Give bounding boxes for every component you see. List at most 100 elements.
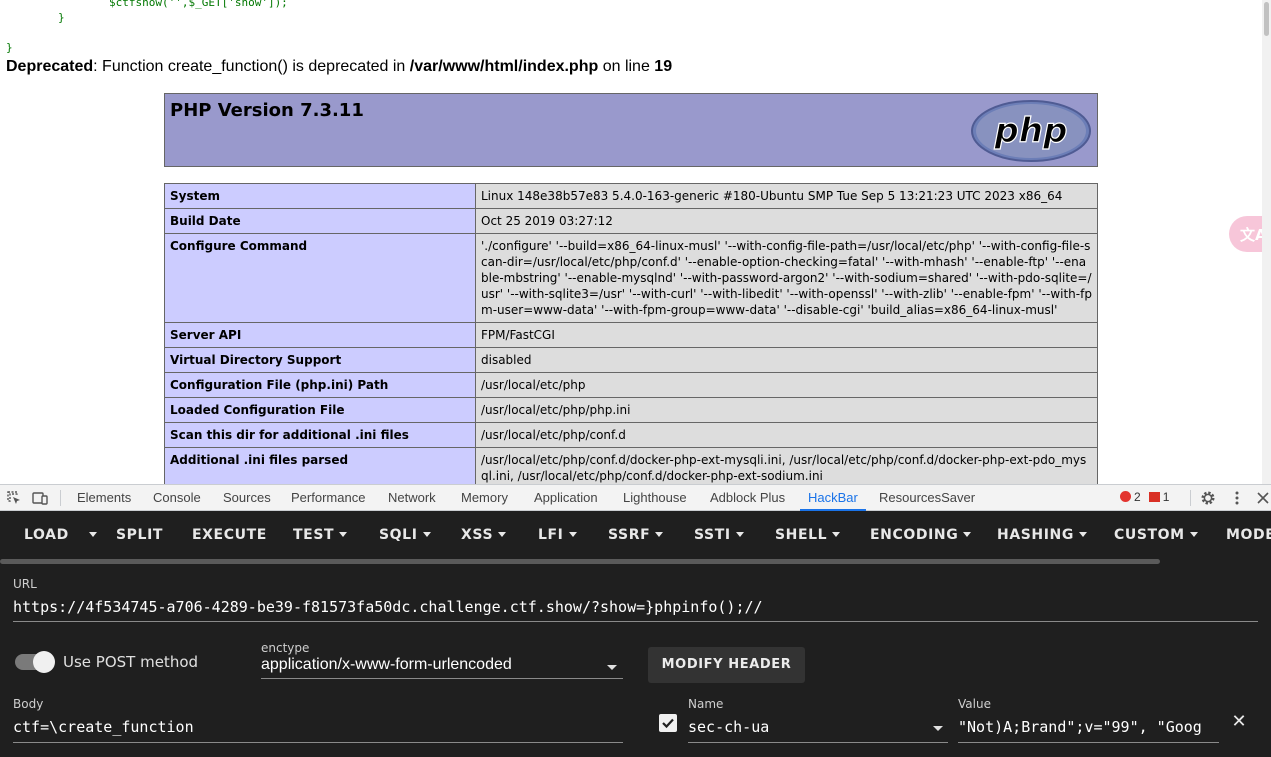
phpinfo-key: Loaded Configuration File: [164, 397, 476, 423]
chevron-down-icon: [568, 532, 577, 537]
close-devtools-icon[interactable]: [1255, 490, 1271, 506]
enctype-label: enctype: [261, 641, 310, 655]
chevron-down-icon: [655, 532, 664, 537]
tab-console[interactable]: Console: [153, 485, 201, 511]
phpinfo-key: System: [164, 183, 476, 209]
chevron-down-icon: [422, 532, 431, 537]
phpinfo-row: Loaded Configuration File/usr/local/etc/…: [164, 397, 1098, 423]
chevron-down-icon: [339, 532, 348, 537]
xss-menu-label: XSS: [461, 527, 494, 543]
phpinfo-row: System Linux 148e38b57e83 5.4.0-163-gener…: [164, 183, 1098, 209]
phpinfo-value: './configure' '--build=x86_64-linux-musl…: [475, 233, 1098, 323]
xss-menu[interactable]: XSS: [461, 511, 507, 559]
error-icon: [1120, 491, 1131, 502]
source-code-line: }: [58, 11, 65, 24]
deprecated-line-number: 19: [654, 58, 673, 75]
shell-menu[interactable]: SHELL: [775, 511, 841, 559]
inspect-element-icon[interactable]: [6, 490, 22, 506]
phpinfo-key: Server API: [164, 322, 476, 348]
sqli-menu-label: SQLI: [379, 527, 418, 543]
phpinfo-value: /usr/local/etc/php/conf.d: [475, 422, 1098, 448]
phpinfo-row: Server API FPM/FastCGI: [164, 322, 1098, 348]
encoding-menu-label: ENCODING: [870, 527, 959, 543]
remove-header-close-icon[interactable]: ✕: [1231, 713, 1247, 731]
body-input[interactable]: ctf=\create_function: [13, 718, 623, 736]
phpinfo-value: /usr/local/etc/php: [475, 372, 1098, 398]
phpinfo-value: Oct 25 2019 03:27:12: [475, 208, 1098, 234]
encoding-menu[interactable]: ENCODING: [870, 511, 972, 559]
issue-count: 1: [1162, 490, 1170, 504]
tab-memory[interactable]: Memory: [461, 485, 508, 511]
phpinfo-value: disabled: [475, 347, 1098, 373]
header-enabled-checkbox[interactable]: [659, 714, 677, 732]
source-code-line: $ctfshow('',$_GET['show']);: [109, 0, 288, 9]
url-input[interactable]: https://4f534745-a706-4289-be39-f81573fa…: [13, 598, 1258, 616]
more-options-icon[interactable]: [1229, 490, 1245, 506]
test-menu[interactable]: TEST: [293, 511, 348, 559]
tab-sources[interactable]: Sources: [223, 485, 271, 511]
header-value-input[interactable]: "Not)A;Brand";v="99", "Goog: [958, 718, 1219, 736]
use-post-label: Use POST method: [63, 653, 199, 671]
page-scrollbar[interactable]: [1262, 0, 1271, 484]
tab-elements[interactable]: Elements: [77, 485, 131, 511]
ssti-menu-label: SSTI: [694, 527, 731, 543]
split-button[interactable]: SPLIT: [116, 511, 163, 559]
chevron-down-icon: [89, 532, 97, 537]
custom-menu-label: CUSTOM: [1114, 527, 1185, 543]
tab-lighthouse[interactable]: Lighthouse: [623, 485, 687, 511]
load-options-dropdown[interactable]: [84, 511, 97, 559]
phpinfo-row: Configuration File (php.ini) Path/usr/lo…: [164, 372, 1098, 398]
enctype-select[interactable]: application/x-www-form-urlencoded: [261, 656, 623, 678]
menu-horizontal-scrollbar[interactable]: [0, 559, 1160, 564]
chevron-down-icon: [1189, 532, 1198, 537]
phpinfo-value: FPM/FastCGI: [475, 322, 1098, 348]
lfi-menu-label: LFI: [538, 527, 564, 543]
shell-menu-label: SHELL: [775, 527, 828, 543]
modify-header-button[interactable]: MODIFY HEADER: [648, 647, 805, 683]
phpinfo-row: Scan this dir for additional .ini files /…: [164, 422, 1098, 448]
phpinfo-header: PHP Version 7.3.11 php: [164, 93, 1098, 167]
execute-button[interactable]: EXECUTE: [192, 511, 267, 559]
lfi-menu[interactable]: LFI: [538, 511, 577, 559]
issues-counter[interactable]: 21: [1120, 485, 1169, 511]
sqli-menu[interactable]: SQLI: [379, 511, 431, 559]
toggle-knob: [33, 651, 55, 673]
ssrf-menu[interactable]: SSRF: [608, 511, 664, 559]
url-label: URL: [13, 577, 37, 591]
tab-network[interactable]: Network: [388, 485, 436, 511]
deprecated-message: : Function create_function() is deprecat…: [93, 58, 410, 75]
custom-menu[interactable]: CUSTOM: [1114, 511, 1198, 559]
php-logo[interactable]: php: [970, 99, 1092, 163]
header-name-input[interactable]: sec-ch-ua: [688, 718, 928, 736]
use-post-toggle[interactable]: [15, 651, 55, 673]
device-toolbar-icon[interactable]: [32, 490, 48, 506]
tab-hackbar[interactable]: HackBar: [800, 485, 866, 511]
chevron-down-icon: [963, 532, 972, 537]
chevron-down-icon: [1078, 532, 1087, 537]
chevron-down-icon[interactable]: [933, 726, 943, 731]
error-count: 2: [1134, 490, 1141, 504]
hashing-menu-label: HASHING: [997, 527, 1074, 543]
body-label: Body: [13, 697, 44, 711]
header-name-underline: [688, 742, 948, 743]
header-name-label: Name: [688, 697, 724, 711]
hashing-menu[interactable]: HASHING: [997, 511, 1087, 559]
settings-gear-icon[interactable]: [1200, 490, 1216, 506]
ssti-menu[interactable]: SSTI: [694, 511, 744, 559]
phpinfo-row: Build Date Oct 25 2019 03:27:12: [164, 208, 1098, 234]
load-button[interactable]: LOAD: [24, 511, 69, 559]
chevron-down-icon: [735, 532, 744, 537]
tab-adblock-plus[interactable]: Adblock Plus: [710, 485, 785, 511]
phpinfo-key: Scan this dir for additional .ini files: [164, 422, 476, 448]
phpinfo-row: Virtual Directory Support disabled: [164, 347, 1098, 373]
tab-resourcessaver[interactable]: ResourcesSaver: [879, 485, 975, 511]
hackbar-menu: LOAD SPLIT EXECUTE TEST SQLI XSS LFI SSR…: [0, 511, 1271, 559]
enctype-value: application/x-www-form-urlencoded: [261, 656, 512, 673]
deprecated-notice: Deprecated: Function create_function() i…: [6, 58, 672, 76]
scrollbar-thumb[interactable]: [1264, 2, 1269, 36]
mode-menu[interactable]: MODE: [1226, 511, 1271, 559]
tab-performance[interactable]: Performance: [291, 485, 365, 511]
checkmark-icon: [662, 718, 674, 729]
tab-application[interactable]: Application: [534, 485, 598, 511]
test-menu-label: TEST: [293, 527, 335, 543]
